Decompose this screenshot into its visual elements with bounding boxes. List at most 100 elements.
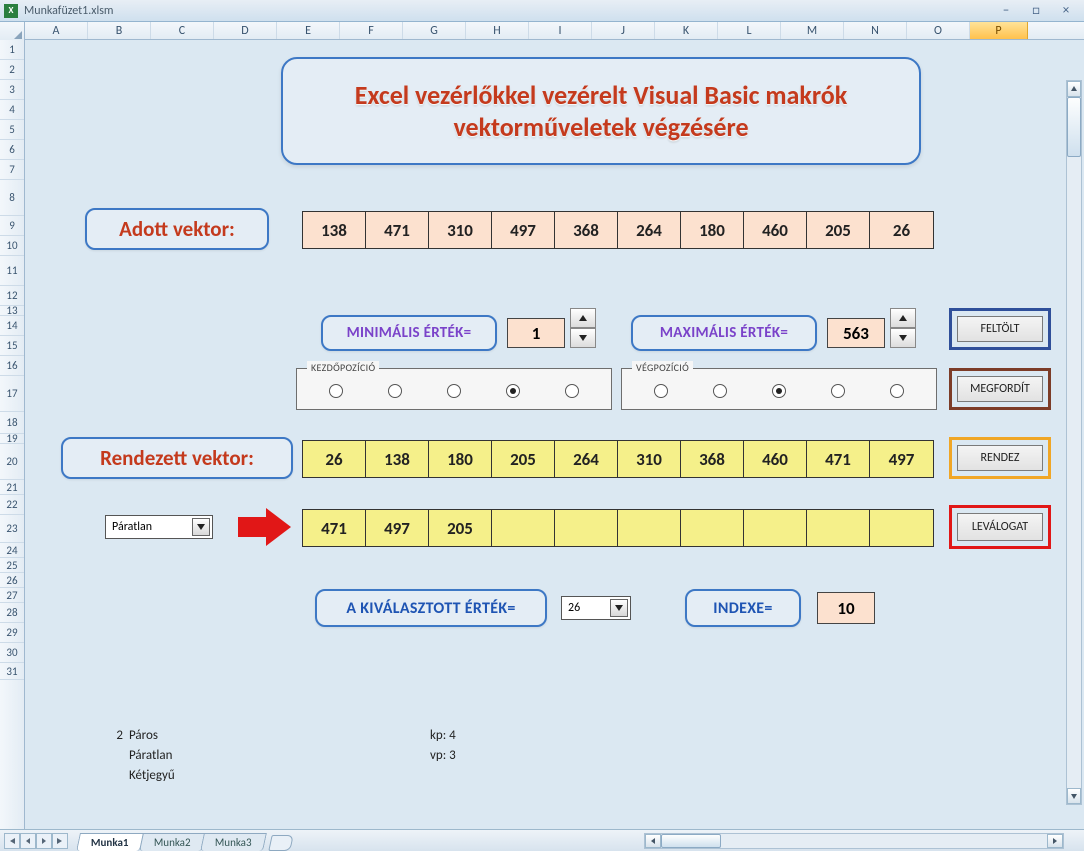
row-header-5[interactable]: 5: [0, 120, 24, 140]
minimize-button[interactable]: –: [992, 3, 1020, 19]
kezdopozicio-radio-1[interactable]: [388, 384, 402, 398]
row-header-31[interactable]: 31: [0, 663, 24, 680]
kezdopozicio-radio-0[interactable]: [329, 384, 343, 398]
row-header-15[interactable]: 15: [0, 336, 24, 356]
cell-paros: Páros: [129, 728, 158, 743]
hscroll-thumb[interactable]: [661, 834, 721, 848]
levalogat-button[interactable]: LEVÁLOGAT: [957, 513, 1043, 541]
select-all-corner[interactable]: [0, 22, 25, 40]
close-button[interactable]: ×: [1052, 3, 1080, 19]
column-header-N[interactable]: N: [844, 22, 907, 39]
row-header-28[interactable]: 28: [0, 603, 24, 623]
scroll-down-button[interactable]: [1067, 788, 1081, 804]
column-header-C[interactable]: C: [151, 22, 214, 39]
vegpozicio-radio-3[interactable]: [831, 384, 845, 398]
row-header-9[interactable]: 9: [0, 216, 24, 236]
row-header-1[interactable]: 1: [0, 40, 24, 60]
feltolt-button[interactable]: FELTÖLT: [957, 316, 1043, 342]
column-header-G[interactable]: G: [403, 22, 466, 39]
row-header-8[interactable]: 8: [0, 180, 24, 216]
filter-dropdown[interactable]: Páratlan: [105, 515, 213, 539]
scroll-left-button[interactable]: [645, 834, 661, 848]
row-header-23[interactable]: 23: [0, 515, 24, 543]
tab-nav-next[interactable]: [36, 833, 52, 849]
tab-nav-last[interactable]: [52, 833, 68, 849]
vegpozicio-radio-1[interactable]: [713, 384, 727, 398]
row-header-10[interactable]: 10: [0, 236, 24, 256]
row-header-12[interactable]: 12: [0, 286, 24, 306]
column-header-J[interactable]: J: [592, 22, 655, 39]
column-header-D[interactable]: D: [214, 22, 277, 39]
column-header-E[interactable]: E: [277, 22, 340, 39]
row-header-11[interactable]: 11: [0, 256, 24, 286]
vector-cell: 205: [807, 212, 870, 248]
min-spin-down[interactable]: [570, 328, 596, 348]
row-header-27[interactable]: 27: [0, 588, 24, 603]
row-header-21[interactable]: 21: [0, 480, 24, 495]
vertical-scrollbar[interactable]: [1066, 80, 1082, 805]
chevron-down-icon[interactable]: [192, 518, 210, 536]
selected-value-dropdown[interactable]: 26: [561, 596, 631, 620]
row-header-16[interactable]: 16: [0, 356, 24, 376]
sheet-tab-munka3[interactable]: Munka3: [200, 833, 266, 851]
tab-nav-prev[interactable]: [20, 833, 36, 849]
row-header-25[interactable]: 25: [0, 558, 24, 573]
maximize-button[interactable]: □: [1022, 3, 1050, 19]
column-header-H[interactable]: H: [466, 22, 529, 39]
row-header-3[interactable]: 3: [0, 80, 24, 100]
row-header-26[interactable]: 26: [0, 573, 24, 588]
row-header-6[interactable]: 6: [0, 140, 24, 160]
row-header-24[interactable]: 24: [0, 543, 24, 558]
row-header-29[interactable]: 29: [0, 623, 24, 643]
cell-ketjegyu: Kétjegyű: [129, 768, 175, 783]
row-header-7[interactable]: 7: [0, 160, 24, 180]
column-header-L[interactable]: L: [718, 22, 781, 39]
min-spin-up[interactable]: [570, 308, 596, 328]
column-header-A[interactable]: A: [25, 22, 88, 39]
column-header-O[interactable]: O: [907, 22, 970, 39]
row-header-20[interactable]: 20: [0, 444, 24, 480]
vegpozicio-radio-4[interactable]: [890, 384, 904, 398]
row-header-14[interactable]: 14: [0, 316, 24, 336]
column-header-M[interactable]: M: [781, 22, 844, 39]
kezdopozicio-radio-3[interactable]: [506, 384, 520, 398]
cell-paratlan: Páratlan: [129, 748, 172, 763]
vegpozicio-radio-2[interactable]: [772, 384, 786, 398]
row-header-19[interactable]: 19: [0, 434, 24, 444]
kezdopozicio-radio-2[interactable]: [447, 384, 461, 398]
tab-nav-first[interactable]: [4, 833, 20, 849]
min-spinner[interactable]: [570, 308, 596, 348]
row-header-4[interactable]: 4: [0, 100, 24, 120]
worksheet[interactable]: Excel vezérlőkkel vezérelt Visual Basic …: [25, 40, 1084, 829]
horizontal-scrollbar[interactable]: [644, 833, 1064, 849]
row-header-22[interactable]: 22: [0, 495, 24, 515]
new-sheet-button[interactable]: [268, 835, 293, 851]
sheet-tab-munka1[interactable]: Munka1: [76, 833, 143, 851]
sheet-tab-munka2[interactable]: Munka2: [139, 833, 205, 851]
vegpozicio-radio-0[interactable]: [654, 384, 668, 398]
frame-feltolt: FELTÖLT: [949, 308, 1051, 350]
row-header-17[interactable]: 17: [0, 376, 24, 412]
column-header-F[interactable]: F: [340, 22, 403, 39]
kezdopozicio-radio-4[interactable]: [565, 384, 579, 398]
column-header-P[interactable]: P: [970, 22, 1028, 39]
column-header-B[interactable]: B: [88, 22, 151, 39]
scroll-up-button[interactable]: [1067, 81, 1081, 97]
label-rendezett-vektor: Rendezett vektor:: [61, 437, 293, 479]
column-header-K[interactable]: K: [655, 22, 718, 39]
max-spin-up[interactable]: [890, 308, 916, 328]
vector-cell: [681, 510, 744, 546]
row-header-30[interactable]: 30: [0, 643, 24, 663]
chevron-down-icon[interactable]: [610, 599, 628, 617]
cell-kp: kp: 4: [430, 728, 456, 743]
row-header-18[interactable]: 18: [0, 412, 24, 434]
row-header-2[interactable]: 2: [0, 60, 24, 80]
megfordit-button[interactable]: MEGFORDÍT: [957, 376, 1043, 402]
scroll-right-button[interactable]: [1047, 834, 1063, 848]
max-spin-down[interactable]: [890, 328, 916, 348]
vscroll-thumb[interactable]: [1067, 97, 1081, 157]
rendez-button[interactable]: RENDEZ: [957, 445, 1043, 471]
max-spinner[interactable]: [890, 308, 916, 348]
row-header-13[interactable]: 13: [0, 306, 24, 316]
column-header-I[interactable]: I: [529, 22, 592, 39]
